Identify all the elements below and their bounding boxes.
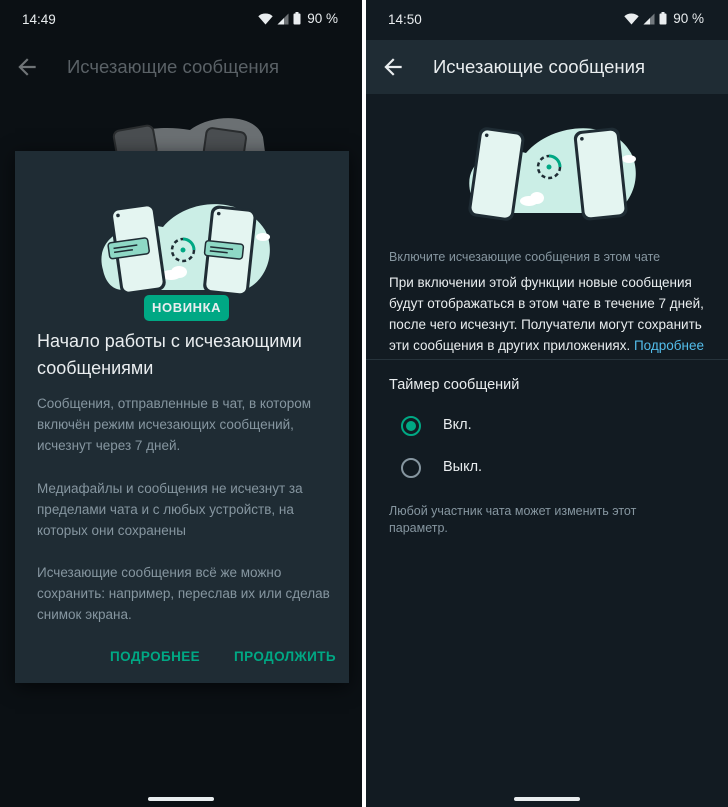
status-time: 14:49 (22, 12, 56, 27)
disappearing-messages-illustration (101, 203, 270, 297)
page-title: Исчезающие сообщения (433, 56, 645, 77)
wifi-icon (258, 13, 273, 24)
battery-percent: 90 % (307, 11, 338, 26)
gesture-nav-handle[interactable] (514, 797, 580, 801)
signal-icon (643, 13, 655, 24)
right-screen: 14:50 90 % Исчезающие сообщения Включите… (366, 0, 728, 807)
signal-icon (277, 13, 289, 24)
dialog-paragraph-2: Медиафайлы и сообщения не исчезнут за пр… (37, 481, 303, 538)
footnote: Любой участник чата может изменить этот … (389, 504, 637, 535)
status-bar: 14:50 90 % (366, 0, 728, 40)
disappearing-messages-illustration (468, 127, 636, 221)
radio-off-unchecked[interactable] (401, 458, 421, 478)
status-bar: 14:49 90 % (0, 0, 362, 40)
timer-option-on[interactable]: Вкл. (366, 406, 728, 446)
wifi-icon (624, 13, 639, 24)
dialog-heading: Начало работы с исчезающими сообщениями (37, 331, 302, 378)
battery-icon (659, 12, 667, 25)
onboarding-dialog: НОВИНКА Начало работы с исчезающими сооб… (15, 151, 349, 683)
status-icons: 90 % (258, 11, 338, 26)
dialog-paragraph-1: Сообщения, отправленные в чат, в котором… (37, 396, 311, 453)
left-screen: 14:49 90 % Исчезающие сообщения НОВИНКА … (0, 0, 362, 807)
dialog-actions: ПОДРОБНЕЕ ПРОДОЛЖИТЬ (15, 649, 349, 669)
radio-on-checked[interactable] (401, 416, 421, 436)
back-arrow-icon[interactable] (14, 54, 40, 80)
gesture-nav-handle[interactable] (148, 797, 214, 801)
learn-more-link[interactable]: Подробнее (634, 338, 704, 353)
divider (366, 359, 728, 360)
feature-description: При включении этой функции новые сообщен… (389, 272, 709, 356)
app-bar: Исчезающие сообщения (0, 40, 362, 94)
background-illustration (112, 118, 266, 152)
status-icons: 90 % (624, 11, 704, 26)
battery-icon (293, 12, 301, 25)
app-bar: Исчезающие сообщения (366, 40, 728, 94)
dialog-paragraph-3: Исчезающие сообщения всё же можно сохран… (37, 565, 330, 622)
learn-more-button[interactable]: ПОДРОБНЕЕ (110, 649, 200, 664)
page-title: Исчезающие сообщения (67, 56, 279, 77)
back-arrow-icon[interactable] (380, 54, 406, 80)
timer-option-off[interactable]: Выкл. (366, 448, 728, 488)
option-label: Вкл. (443, 417, 472, 433)
section-title: Включите исчезающие сообщения в этом чат… (389, 250, 661, 264)
option-label: Выкл. (443, 459, 483, 475)
battery-percent: 90 % (673, 11, 704, 26)
continue-button[interactable]: ПРОДОЛЖИТЬ (234, 649, 336, 664)
timer-section-title: Таймер сообщений (389, 377, 520, 393)
new-badge: НОВИНКА (144, 295, 230, 321)
status-time: 14:50 (388, 12, 422, 27)
